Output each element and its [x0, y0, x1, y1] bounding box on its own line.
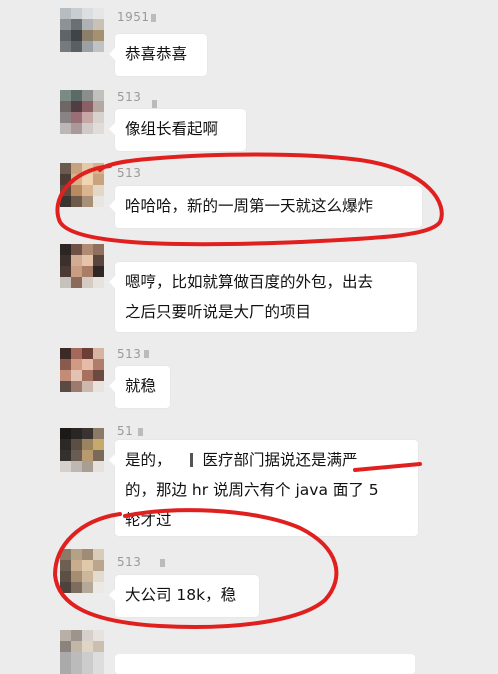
- censor-mark: [144, 350, 149, 358]
- message-bubble[interactable]: 恭喜恭喜: [109, 34, 207, 76]
- redaction-mark: [189, 453, 193, 467]
- avatar[interactable]: [60, 428, 104, 472]
- message-bubble-partial[interactable]: [115, 654, 415, 674]
- avatar[interactable]: [60, 163, 104, 207]
- censor-mark: [160, 559, 165, 567]
- chat-message-7: 513 大公司 18k，稳: [0, 535, 498, 630]
- sender-name: 513: [117, 90, 142, 104]
- avatar[interactable]: [60, 90, 104, 134]
- message-bubble[interactable]: 像组长看起啊: [109, 109, 246, 151]
- censor-mark: [151, 14, 156, 22]
- message-bubble[interactable]: 大公司 18k，稳: [109, 575, 259, 617]
- avatar[interactable]: [60, 244, 104, 288]
- chat-message-2: 513 像组长看起啊: [0, 80, 498, 160]
- sender-name: 513: [117, 555, 142, 569]
- censor-mark: [152, 100, 157, 108]
- message-text: 是的，: [125, 451, 172, 469]
- message-line: 之后只要听说是大厂的项目: [125, 303, 312, 321]
- chat-message-6: 51 是的， 医疗部门据说还是满严 的，那边 hr 说周六有个 java 面了 5…: [0, 420, 498, 536]
- chat-message-8: [0, 630, 498, 674]
- avatar[interactable]: [60, 630, 104, 674]
- avatar[interactable]: [60, 549, 104, 593]
- avatar[interactable]: [60, 348, 104, 392]
- message-line: 轮才过: [125, 511, 172, 529]
- chat-message-1: 1951 恭喜恭喜: [0, 0, 498, 80]
- sender-name: 1951: [117, 10, 150, 24]
- sender-name: 513: [117, 166, 142, 180]
- message-bubble[interactable]: 就稳: [109, 366, 170, 408]
- chat-message-3: 513 哈哈哈，新的一周第一天就这么爆炸: [0, 160, 498, 240]
- message-line: 的，那边 hr 说周六有个 java 面了 5: [125, 481, 379, 499]
- message-bubble[interactable]: 嗯哼，比如就算做百度的外包，出去 之后只要听说是大厂的项目: [109, 262, 417, 332]
- avatar[interactable]: [60, 8, 104, 52]
- message-line: 嗯哼，比如就算做百度的外包，出去: [125, 273, 374, 291]
- censor-mark: [138, 428, 143, 436]
- message-line: 是的， 医疗部门据说还是满严: [125, 445, 408, 475]
- message-bubble[interactable]: 哈哈哈，新的一周第一天就这么爆炸: [109, 186, 422, 228]
- message-text: 医疗部门据说还是满严: [202, 451, 358, 469]
- sender-name: 51: [117, 424, 134, 438]
- chat-message-5: 513 就稳: [0, 340, 498, 420]
- sender-name: 513: [117, 347, 142, 361]
- message-bubble[interactable]: 是的， 医疗部门据说还是满严 的，那边 hr 说周六有个 java 面了 5 轮才…: [109, 440, 418, 536]
- chat-message-4: 嗯哼，比如就算做百度的外包，出去 之后只要听说是大厂的项目: [0, 240, 498, 340]
